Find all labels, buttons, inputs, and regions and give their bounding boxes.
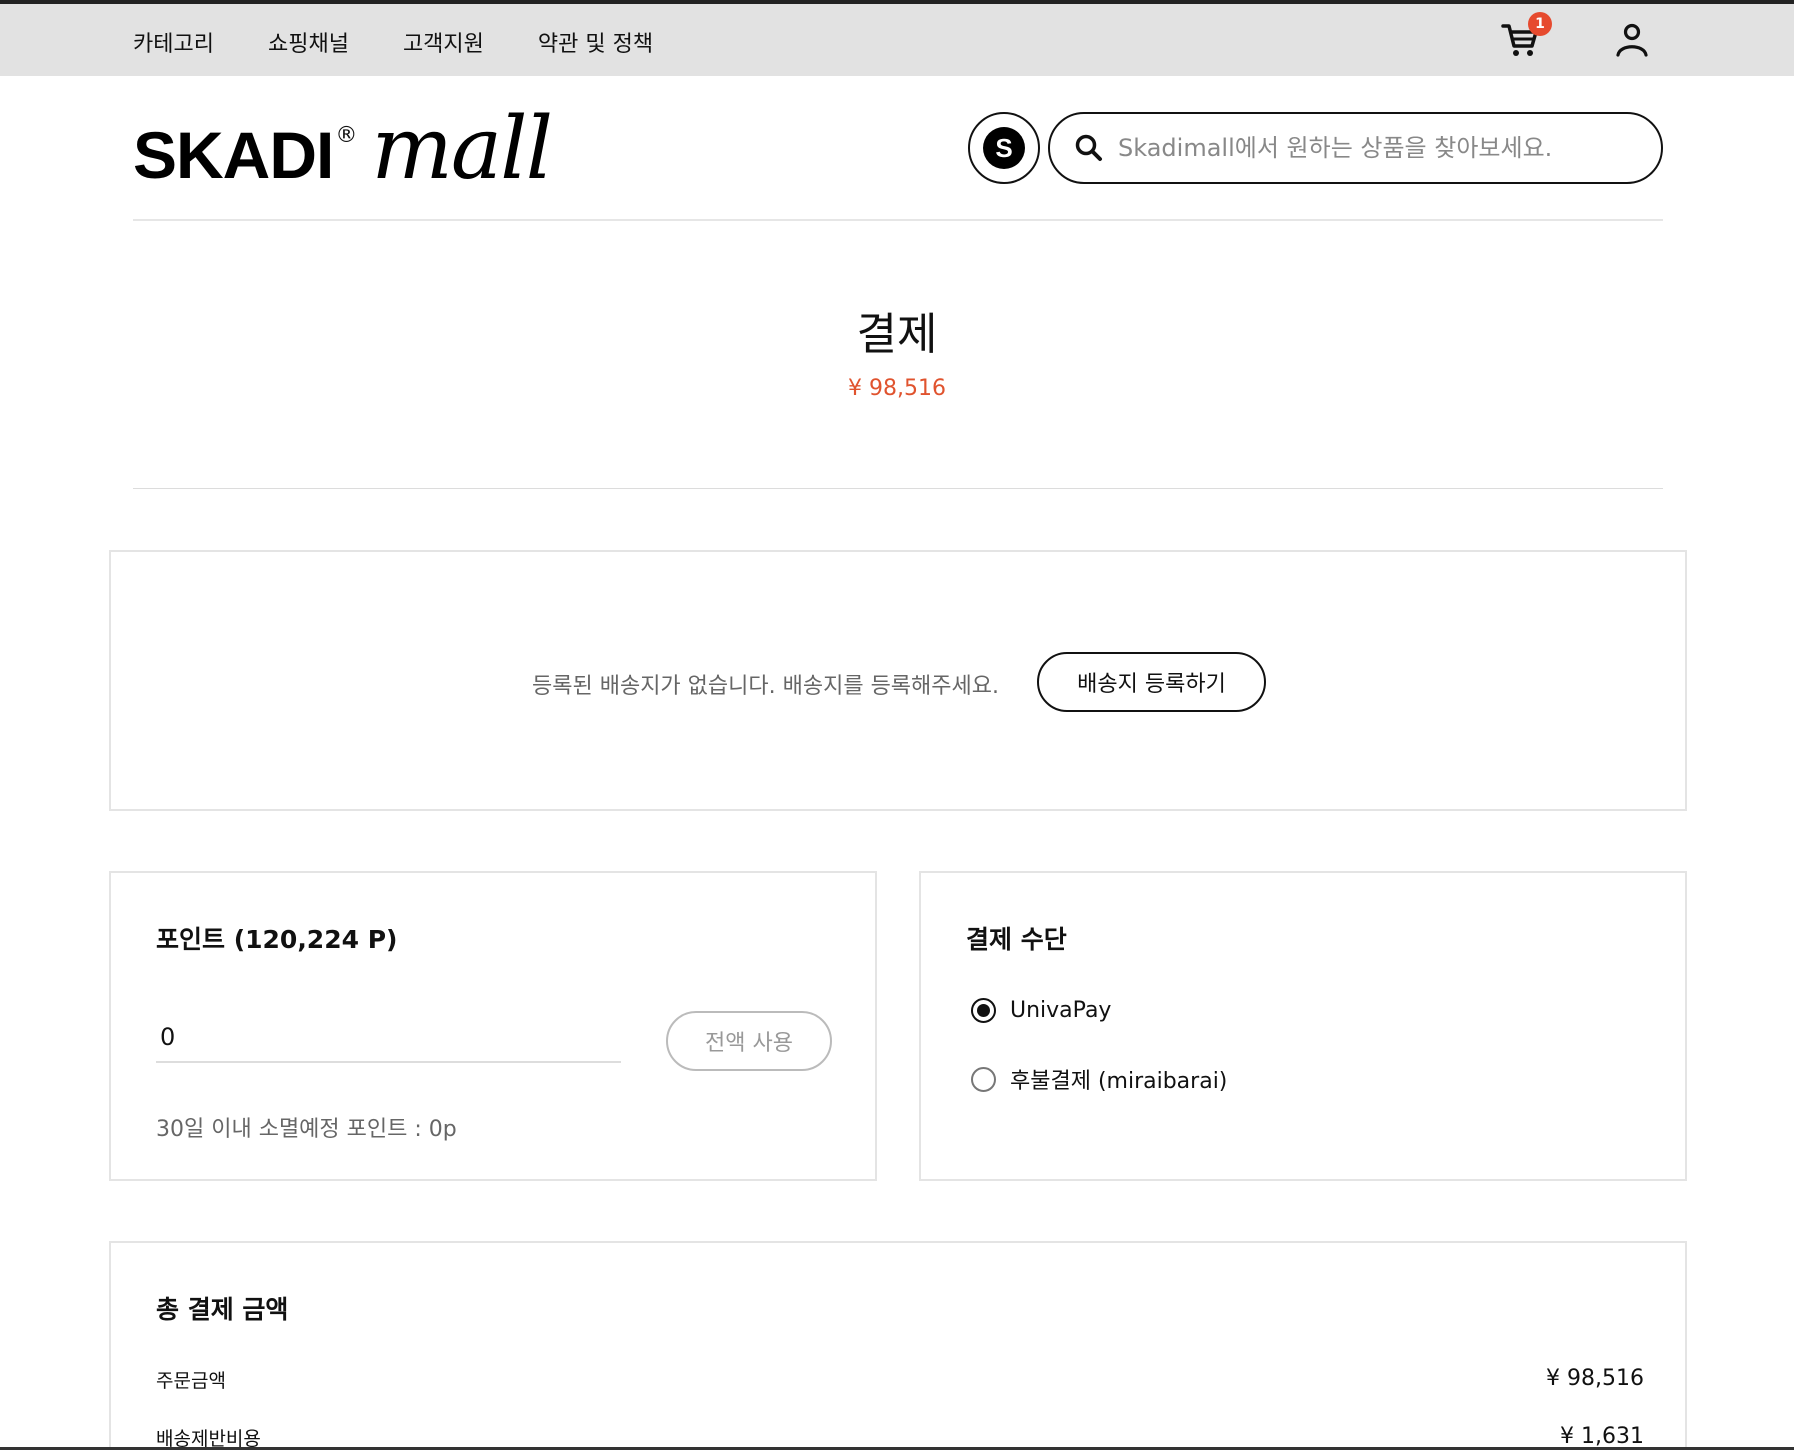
- no-address-message: 등록된 배송지가 없습니다. 배송지를 등록해주세요.: [532, 674, 1000, 699]
- use-all-points-button[interactable]: 전액 사용: [666, 1011, 832, 1071]
- nav-item-customer-support[interactable]: 고객지원: [403, 26, 484, 58]
- total-row-value: ¥ 98,516: [1546, 1366, 1644, 1391]
- top-nav: 카테고리 쇼핑채널 고객지원 약관 및 정책: [133, 26, 653, 58]
- payment-option-label: 후불결제 (miraibarai): [1010, 1069, 1228, 1094]
- points-panel: 포인트 (120,224 P) 전액 사용 30일 이내 소멸예정 포인트 : …: [109, 871, 877, 1181]
- s-button[interactable]: S: [968, 112, 1040, 184]
- points-expire-text: 30일 이내 소멸예정 포인트 : 0p: [156, 1117, 457, 1142]
- logo-registered-mark: ®: [335, 123, 358, 148]
- total-row: 주문금액 ¥ 98,516: [156, 1366, 1644, 1393]
- nav-item-terms-policy[interactable]: 약관 및 정책: [538, 26, 653, 58]
- payment-method-panel: 결제 수단 UnivaPay 후불결제 (miraibarai): [919, 871, 1687, 1181]
- search-bar[interactable]: [1048, 112, 1663, 184]
- search-input[interactable]: [1118, 134, 1638, 162]
- logo-brand: SKADI: [133, 118, 334, 192]
- title-divider: [133, 488, 1663, 489]
- payment-option-label: UnivaPay: [1010, 998, 1112, 1023]
- logo-suffix: mall: [371, 98, 553, 199]
- payment-method-title: 결제 수단: [966, 925, 1067, 954]
- register-address-button[interactable]: 배송지 등록하기: [1037, 652, 1266, 712]
- site-logo[interactable]: SKADI ® mall: [133, 98, 553, 199]
- radio-unselected-icon[interactable]: [971, 1066, 996, 1092]
- page-total-price: ¥ 98,516: [848, 376, 946, 401]
- nav-item-category[interactable]: 카테고리: [133, 26, 214, 58]
- shipping-address-panel: 등록된 배송지가 없습니다. 배송지를 등록해주세요. 배송지 등록하기: [109, 550, 1687, 811]
- radio-selected-icon[interactable]: [971, 998, 996, 1023]
- s-icon: S: [983, 127, 1025, 169]
- total-row-label: 주문금액: [156, 1370, 226, 1392]
- payment-option-miraibarai[interactable]: 후불결제 (miraibarai): [971, 1063, 1227, 1095]
- points-title: 포인트 (120,224 P): [156, 925, 398, 954]
- page-title: 결제: [856, 309, 938, 360]
- total-title: 총 결제 금액: [156, 1295, 289, 1324]
- payment-option-univapay[interactable]: UnivaPay: [971, 998, 1111, 1023]
- total-payment-panel: 총 결제 금액 주문금액 ¥ 98,516 배송제반비용 ¥ 1,631: [109, 1241, 1687, 1450]
- header-divider: [133, 219, 1663, 221]
- nav-item-shopping-channel[interactable]: 쇼핑채널: [268, 26, 349, 58]
- cart-count-badge: 1: [1528, 12, 1552, 36]
- search-icon[interactable]: [1074, 133, 1104, 163]
- user-icon[interactable]: [1614, 22, 1650, 58]
- points-input[interactable]: [156, 1013, 621, 1063]
